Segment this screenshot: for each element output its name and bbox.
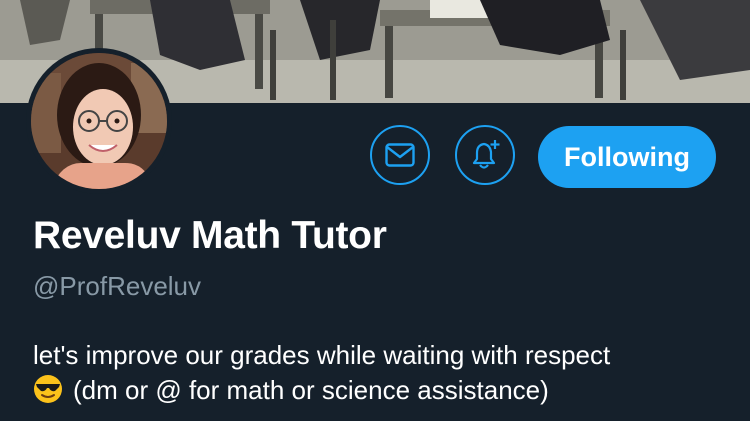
envelope-icon [385,143,415,167]
avatar-frame[interactable] [26,48,172,194]
bio-line-2: (dm or @ for math or science assistance) [73,375,549,405]
bio-line-1: let's improve our grades while waiting w… [33,340,611,370]
message-button[interactable] [370,125,430,185]
display-name: Reveluv Math Tutor [33,214,387,257]
sunglasses-face-emoji-icon [34,375,62,403]
avatar-photo [31,53,167,189]
following-button[interactable]: Following [538,126,716,188]
notifications-button[interactable] [455,125,515,185]
bell-plus-icon [472,140,500,169]
avatar[interactable] [31,53,167,189]
user-handle: @ProfReveluv [33,271,202,301]
bio-line-2-wrap: (dm or @ for math or science assistance) [33,373,733,408]
profile-bio: let's improve our grades while waiting w… [33,338,733,408]
